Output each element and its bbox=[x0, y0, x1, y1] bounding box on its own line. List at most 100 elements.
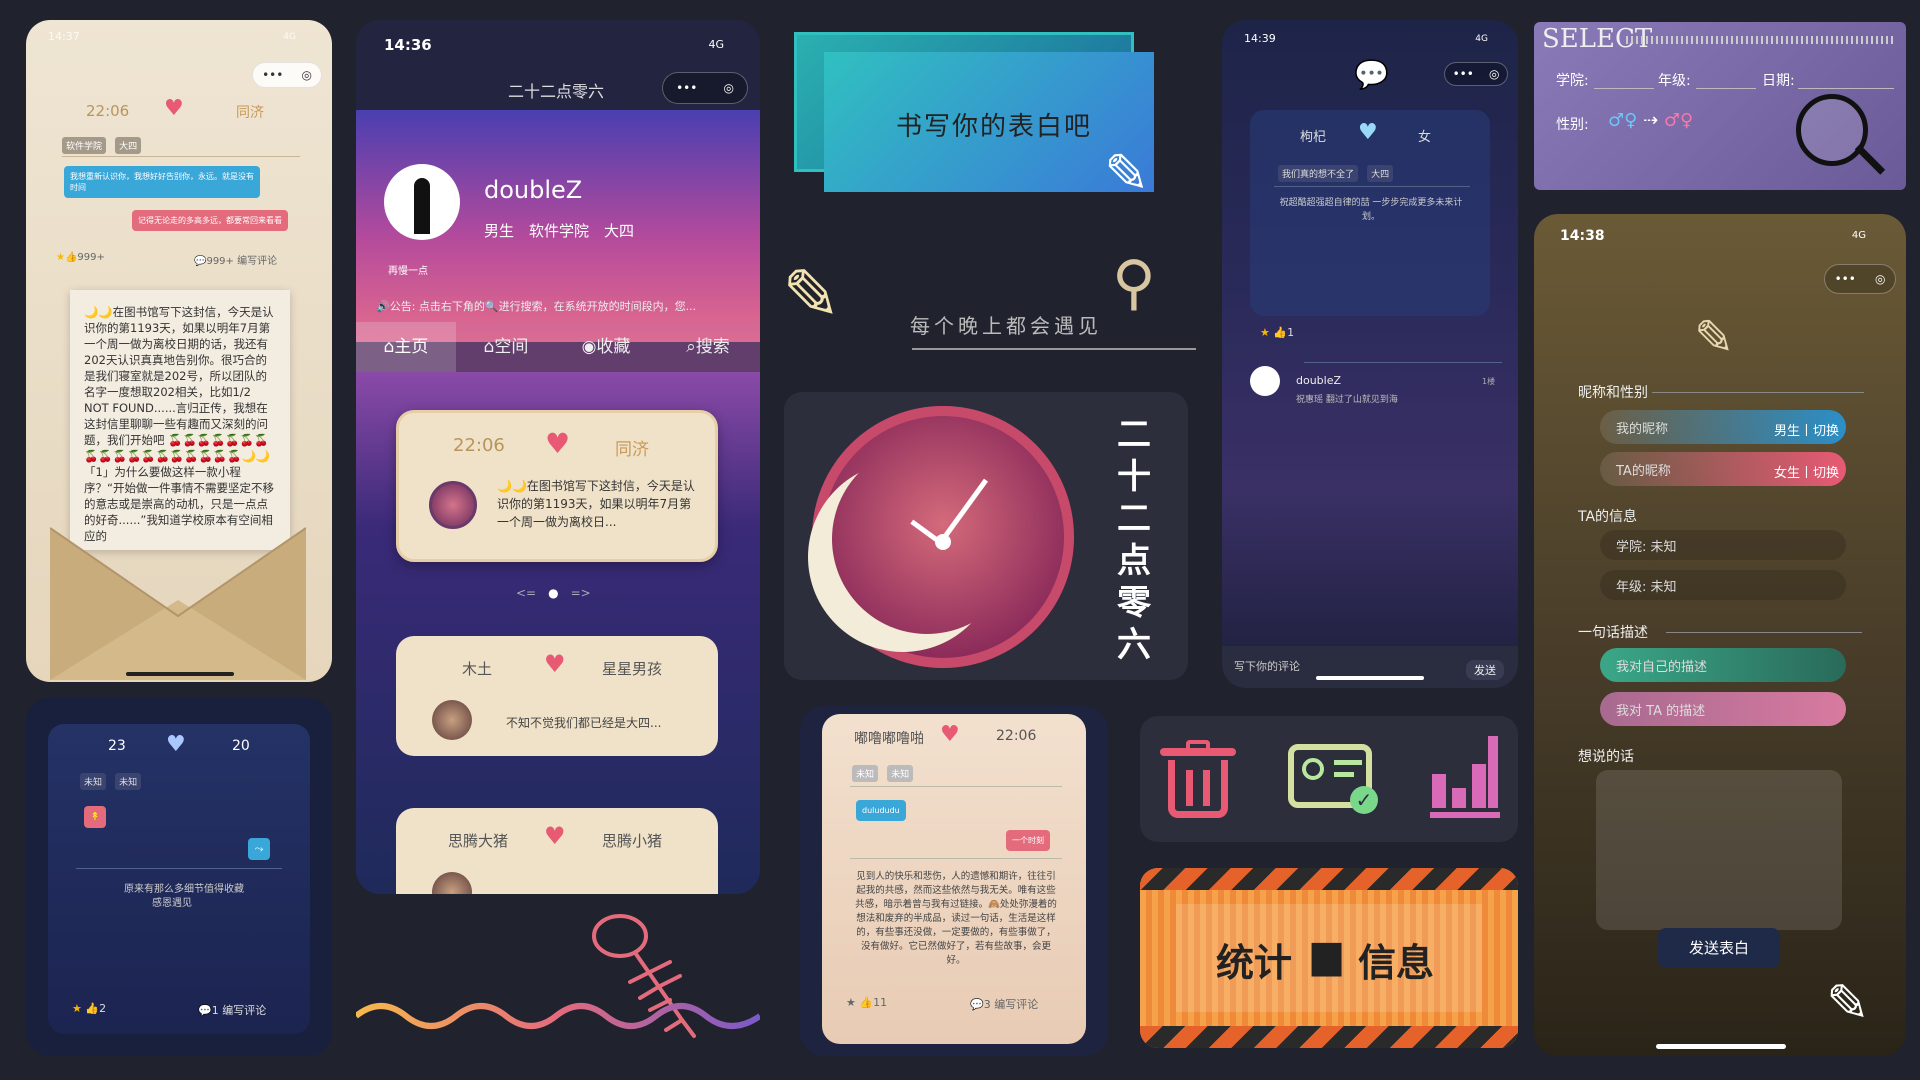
male-switch-button[interactable]: 男生丨切换 bbox=[1774, 420, 1839, 439]
star-icon[interactable]: ★ bbox=[72, 1002, 82, 1015]
more-icon[interactable]: ••• bbox=[1453, 67, 1474, 81]
like-count: 11 bbox=[873, 996, 888, 1009]
pager-prev[interactable]: <= bbox=[516, 586, 536, 600]
tab-favorites[interactable]: ◉收藏 bbox=[556, 322, 656, 372]
male-female-icon[interactable]: ♂♀ bbox=[1608, 110, 1637, 131]
grade-select[interactable]: 年级: 未知 bbox=[1600, 570, 1846, 600]
ta-description-input[interactable]: 我对 TA 的描述 bbox=[1600, 692, 1846, 726]
self-description-input[interactable]: 我对自己的描述 bbox=[1600, 648, 1846, 682]
divider bbox=[62, 156, 300, 157]
section-description: 一句话描述 bbox=[1578, 625, 1648, 641]
divider bbox=[850, 786, 1062, 787]
comment-count: 1 bbox=[211, 1004, 219, 1017]
status-time: 14:39 bbox=[1244, 32, 1276, 45]
username: doubleZ bbox=[484, 176, 583, 204]
thumb-icon[interactable]: 👍 bbox=[85, 1002, 99, 1015]
more-icon[interactable]: ••• bbox=[676, 81, 697, 95]
close-target-icon[interactable]: ◎ bbox=[1489, 67, 1499, 81]
write-comment-link[interactable]: 编写评论 bbox=[237, 256, 277, 267]
college-select[interactable]: 学院: 未知 bbox=[1600, 530, 1846, 560]
featured-letter-card[interactable]: 22:06 ♥ 同济 🌙🌙在图书馆写下这封信，今天是认识你的第1193天，如果以… bbox=[396, 410, 718, 562]
avatar[interactable] bbox=[384, 164, 460, 240]
divider bbox=[1304, 362, 1502, 363]
capsule-menu-button[interactable]: ••• ◎ bbox=[662, 72, 748, 104]
house-icon: ⌂ bbox=[483, 337, 495, 357]
stats-banner[interactable]: 统计 ▆ 信息 bbox=[1140, 868, 1518, 1048]
tab-home[interactable]: ⌂主页 bbox=[356, 322, 456, 372]
tab-search[interactable]: ⌕搜索 bbox=[656, 322, 760, 372]
motto: 再慢一点 bbox=[388, 266, 428, 277]
section-ta-info: TA的信息 bbox=[1578, 509, 1638, 525]
comment-floor: 1楼 bbox=[1482, 377, 1496, 386]
post-card[interactable]: 木土 ♥ 星星男孩 不知不觉我们都已经是大四... bbox=[396, 636, 718, 756]
comment-phone-card: 14:39 4G 💬 ••• ◎ 枸杞 ♥ 女 我们真的想不全了 大四 祝超酷超强… bbox=[1222, 20, 1518, 688]
close-target-icon[interactable]: ◎ bbox=[301, 68, 311, 82]
submit-button[interactable]: 发送表白 bbox=[1658, 928, 1780, 968]
capsule-menu-button[interactable]: ••• ◎ bbox=[252, 62, 322, 88]
envelope-icon bbox=[50, 527, 306, 680]
male-female-icon[interactable]: ♂♀ bbox=[1664, 110, 1693, 131]
comment-icon[interactable]: 💬 bbox=[198, 1004, 212, 1017]
write-comment-link[interactable]: 编写评论 bbox=[994, 998, 1038, 1011]
section-nickname: 昵称和性别 bbox=[1578, 385, 1648, 401]
divider bbox=[1666, 632, 1862, 633]
comment-icon[interactable]: 💬 bbox=[194, 256, 206, 267]
logo-char: 零 bbox=[1117, 583, 1151, 623]
date-select[interactable] bbox=[1798, 88, 1894, 89]
status-time: 14:38 bbox=[1560, 228, 1605, 244]
gender-options[interactable]: ♂♀ ⇢ ♂♀ bbox=[1608, 110, 1693, 131]
message-textarea[interactable] bbox=[1596, 770, 1842, 930]
send-button[interactable]: 发送 bbox=[1466, 660, 1504, 680]
more-icon[interactable]: ••• bbox=[262, 68, 283, 82]
vertical-logo-text: 二 十 二 点 零 六 bbox=[1114, 414, 1154, 666]
heart-icon: ♥ bbox=[1358, 120, 1378, 145]
clock-logo-icon bbox=[429, 481, 477, 529]
grade-select[interactable] bbox=[1696, 88, 1756, 89]
capsule-menu-button[interactable]: ••• ◎ bbox=[1444, 62, 1508, 86]
more-icon[interactable]: ••• bbox=[1835, 272, 1856, 286]
tag: 未知 bbox=[887, 765, 914, 782]
thumb-icon[interactable]: 👍 bbox=[1273, 326, 1287, 339]
magnifier-icon[interactable] bbox=[1796, 94, 1868, 166]
slogan-text: 每个晚上都会遇见 bbox=[910, 314, 1102, 338]
notice-bar: 🔊公告: 点击右下角的🔍进行搜索，在系统开放的时间段内，您... bbox=[376, 298, 696, 314]
thumb-icon[interactable]: 👍 bbox=[65, 252, 77, 263]
letter-phone-card: 14:37 4G ••• ◎ 22:06 ♥ 同济 软件学院 大四 我想重新认识你… bbox=[26, 20, 332, 682]
heart-icon: ♥ bbox=[545, 427, 571, 460]
hazard-stripe-bottom bbox=[1140, 1026, 1518, 1048]
thumb-icon[interactable]: 👍 bbox=[859, 996, 873, 1009]
college-select[interactable] bbox=[1594, 88, 1654, 89]
star-icon[interactable]: ★ bbox=[1260, 326, 1270, 339]
post-time: 22:06 bbox=[996, 728, 1037, 744]
logo-card: 二 十 二 点 零 六 bbox=[784, 392, 1188, 680]
write-comment-link[interactable]: 编写评论 bbox=[222, 1004, 266, 1017]
pin-icon: ↟ bbox=[84, 806, 106, 828]
female-switch-button[interactable]: 女生丨切换 bbox=[1774, 462, 1839, 481]
bubble-left: dulududu bbox=[856, 800, 906, 822]
home-icon: ⌂ bbox=[383, 337, 395, 357]
comment-icon[interactable]: 💬 bbox=[970, 998, 984, 1011]
tab-space[interactable]: ⌂空间 bbox=[456, 322, 556, 372]
eye-icon: ◉ bbox=[581, 337, 597, 357]
pager-next[interactable]: => bbox=[571, 586, 591, 600]
id-card-check-icon: ✓ bbox=[1288, 744, 1378, 814]
comment-input[interactable]: 写下你的评论 bbox=[1234, 658, 1300, 674]
post-card[interactable]: 思腾大猪 ♥ 思腾小猪 bbox=[396, 808, 718, 894]
capsule-menu-button[interactable]: ••• ◎ bbox=[1824, 264, 1896, 294]
arrow-icon: ⇢ bbox=[1643, 110, 1659, 131]
close-target-icon[interactable]: ◎ bbox=[723, 81, 733, 95]
select-filter-card: SELECT 学院: 年级: 日期: 性别: ♂♀ ⇢ ♂♀ bbox=[1534, 22, 1906, 190]
clock-moon-logo-icon bbox=[812, 406, 1074, 668]
heart-icon: ♥ bbox=[164, 96, 184, 121]
speaker-icon: 🔊 bbox=[376, 300, 390, 313]
like-count: 1 bbox=[1287, 326, 1295, 339]
stats-text: 统计 bbox=[1216, 941, 1293, 985]
star-icon[interactable]: ★ bbox=[56, 252, 65, 263]
status-net: 4G bbox=[1475, 34, 1488, 44]
post-left-name: 木土 bbox=[462, 660, 493, 678]
comment-user: doubleZ bbox=[1296, 374, 1342, 387]
star-icon[interactable]: ★ bbox=[846, 996, 856, 1009]
trash-icon bbox=[1160, 740, 1236, 820]
like-stat: ★ 👍11 bbox=[846, 996, 887, 1009]
close-target-icon[interactable]: ◎ bbox=[1875, 272, 1885, 286]
